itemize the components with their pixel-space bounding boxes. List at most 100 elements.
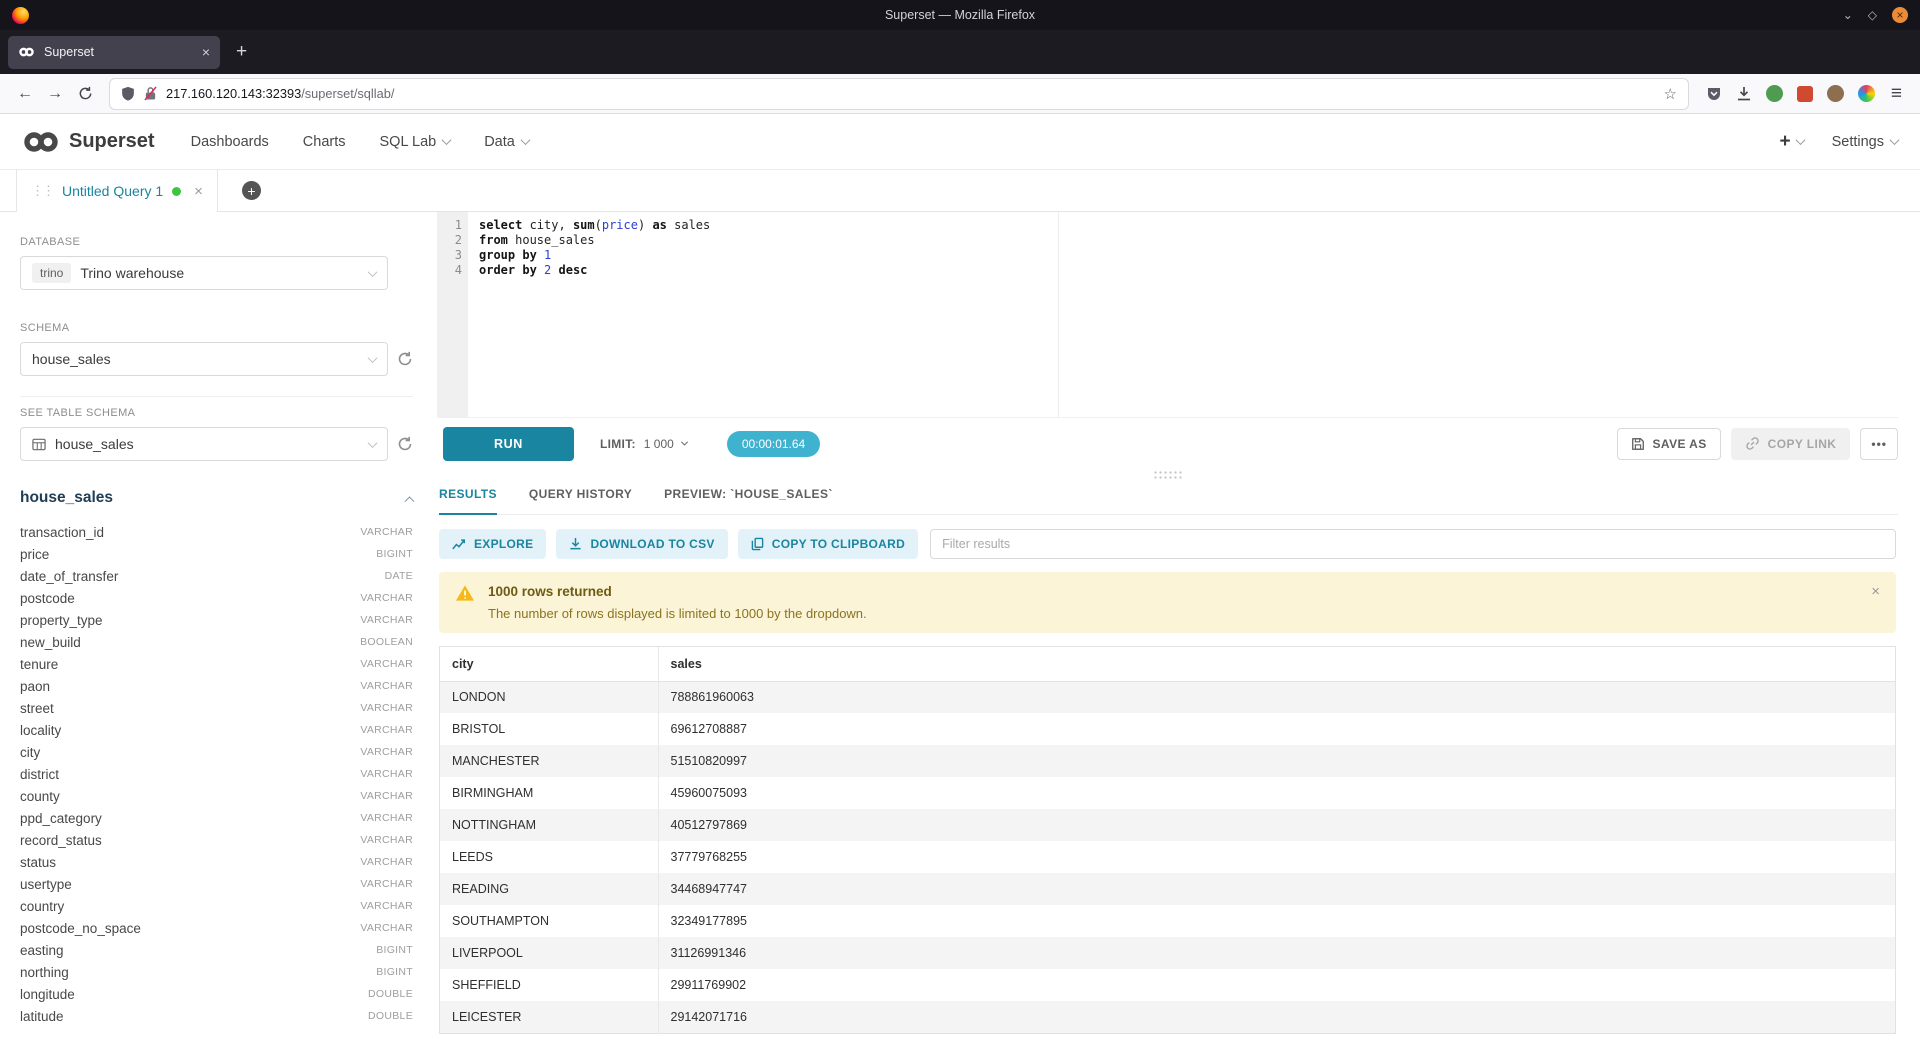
tab-close-icon[interactable]: × — [202, 44, 210, 60]
column-row-easting[interactable]: eastingBIGINT — [20, 939, 413, 961]
copy-icon — [751, 537, 764, 551]
window-close-button[interactable]: × — [1892, 7, 1908, 23]
table-select[interactable]: house_sales — [20, 427, 388, 461]
limit-dropdown[interactable]: LIMIT: 1 000 — [600, 437, 687, 451]
window-minimize-button[interactable]: ⌄ — [1843, 8, 1853, 22]
column-row-county[interactable]: countyVARCHAR — [20, 785, 413, 807]
table-schema-header[interactable]: house_sales — [20, 489, 413, 507]
editor-code[interactable]: select city, sum(price) as salesfrom hou… — [468, 212, 1898, 417]
tracking-shield-icon[interactable] — [121, 86, 135, 101]
print-margin-line — [1058, 212, 1059, 417]
copy-clipboard-label: COPY TO CLIPBOARD — [772, 537, 905, 551]
schema-label: SCHEMA — [20, 322, 413, 334]
table-row: BIRMINGHAM45960075093 — [440, 777, 1895, 809]
sql-editor[interactable]: 1234 select city, sum(price) as salesfro… — [437, 212, 1898, 417]
column-row-status[interactable]: statusVARCHAR — [20, 851, 413, 873]
copy-link-button[interactable]: COPY LINK — [1731, 428, 1851, 460]
result-table-body: LONDON788861960063BRISTOL69612708887MANC… — [440, 681, 1895, 1033]
table-cell: 51510820997 — [658, 745, 1895, 777]
database-select[interactable]: trino Trino warehouse — [20, 256, 388, 290]
column-header-sales[interactable]: sales — [658, 647, 1895, 681]
explore-button[interactable]: EXPLORE — [439, 529, 546, 559]
column-name: county — [20, 789, 60, 804]
settings-menu[interactable]: Settings — [1832, 134, 1898, 150]
table-cell: 31126991346 — [658, 937, 1895, 969]
nav-item-data[interactable]: Data — [484, 134, 529, 150]
menu-icon[interactable]: ≡ — [1889, 83, 1902, 105]
column-row-paon[interactable]: paonVARCHAR — [20, 675, 413, 697]
column-name: tenure — [20, 657, 58, 672]
column-type: BIGINT — [376, 966, 413, 978]
new-item-button[interactable]: + — [1779, 131, 1803, 153]
code-line: group by 1 — [479, 248, 1898, 263]
column-row-locality[interactable]: localityVARCHAR — [20, 719, 413, 741]
extension-icon-green[interactable] — [1766, 85, 1783, 102]
superset-logo[interactable]: Superset — [22, 130, 155, 153]
nav-item-charts[interactable]: Charts — [303, 134, 346, 150]
nav-item-dashboards[interactable]: Dashboards — [191, 134, 269, 150]
add-query-tab-button[interactable]: + — [242, 181, 261, 200]
extension-icon-pinwheel[interactable] — [1858, 85, 1875, 102]
column-row-latitude[interactable]: latitudeDOUBLE — [20, 1005, 413, 1027]
refresh-tables-icon[interactable] — [397, 436, 413, 452]
pocket-icon[interactable] — [1706, 86, 1722, 102]
filter-results-input[interactable] — [930, 529, 1896, 559]
column-row-price[interactable]: priceBIGINT — [20, 543, 413, 565]
column-row-record-status[interactable]: record_statusVARCHAR — [20, 829, 413, 851]
pane-resize-handle[interactable] — [1153, 470, 1183, 479]
query-tab-active[interactable]: ⋮⋮ Untitled Query 1 × — [16, 170, 218, 212]
column-row-street[interactable]: streetVARCHAR — [20, 697, 413, 719]
column-name: postcode_no_space — [20, 921, 141, 936]
back-icon[interactable]: ← — [10, 80, 40, 108]
alert-close-icon[interactable]: × — [1871, 583, 1880, 600]
schema-select[interactable]: house_sales — [20, 342, 388, 376]
table-cell: 788861960063 — [658, 681, 1895, 713]
refresh-schema-icon[interactable] — [397, 351, 413, 367]
nav-item-sql-lab[interactable]: SQL Lab — [380, 134, 451, 150]
column-row-longitude[interactable]: longitudeDOUBLE — [20, 983, 413, 1005]
bookmark-star-icon[interactable]: ☆ — [1663, 85, 1676, 103]
column-row-new-build[interactable]: new_buildBOOLEAN — [20, 631, 413, 653]
column-header-city[interactable]: city — [440, 647, 658, 681]
column-row-ppd-category[interactable]: ppd_categoryVARCHAR — [20, 807, 413, 829]
browser-tab-superset[interactable]: Superset × — [8, 36, 220, 69]
column-row-transaction-id[interactable]: transaction_idVARCHAR — [20, 521, 413, 543]
result-tab-preview-house-sales[interactable]: PREVIEW: `HOUSE_SALES` — [664, 487, 833, 514]
window-maximize-button[interactable]: ◇ — [1868, 8, 1877, 22]
sidebar-divider — [20, 396, 413, 397]
alert-body: The number of rows displayed is limited … — [488, 606, 867, 621]
drag-handle-icon[interactable]: ⋮⋮ — [31, 183, 53, 199]
column-row-city[interactable]: cityVARCHAR — [20, 741, 413, 763]
run-button[interactable]: RUN — [443, 427, 574, 461]
column-row-district[interactable]: districtVARCHAR — [20, 763, 413, 785]
column-row-date-of-transfer[interactable]: date_of_transferDATE — [20, 565, 413, 587]
column-row-postcode-no-space[interactable]: postcode_no_spaceVARCHAR — [20, 917, 413, 939]
column-row-tenure[interactable]: tenureVARCHAR — [20, 653, 413, 675]
copy-clipboard-button[interactable]: COPY TO CLIPBOARD — [738, 529, 918, 559]
column-row-northing[interactable]: northingBIGINT — [20, 961, 413, 983]
forward-icon[interactable]: → — [40, 80, 70, 108]
downloads-icon[interactable] — [1736, 86, 1752, 102]
download-csv-button[interactable]: DOWNLOAD TO CSV — [556, 529, 727, 559]
url-bar[interactable]: 217.160.120.143:32393/superset/sqllab/ ☆ — [110, 79, 1688, 109]
more-actions-button[interactable]: ••• — [1860, 428, 1898, 460]
save-as-button[interactable]: SAVE AS — [1617, 428, 1721, 460]
extension-icon-monkey[interactable] — [1827, 85, 1844, 102]
query-tab-close-icon[interactable]: × — [194, 183, 203, 200]
reload-icon[interactable] — [70, 80, 100, 108]
column-type: VARCHAR — [360, 878, 413, 890]
copy-link-label: COPY LINK — [1768, 437, 1837, 451]
insecure-lock-icon[interactable] — [144, 86, 157, 101]
save-icon — [1631, 437, 1645, 451]
result-tab-results[interactable]: RESULTS — [439, 487, 497, 515]
window-titlebar: Superset — Mozilla Firefox ⌄ ◇ × — [0, 0, 1920, 30]
column-row-property-type[interactable]: property_typeVARCHAR — [20, 609, 413, 631]
column-row-usertype[interactable]: usertypeVARCHAR — [20, 873, 413, 895]
new-tab-button[interactable]: + — [230, 41, 253, 63]
column-row-postcode[interactable]: postcodeVARCHAR — [20, 587, 413, 609]
extension-icon-ublock[interactable] — [1797, 86, 1813, 102]
chevron-up-icon[interactable] — [405, 496, 415, 506]
result-tab-query-history[interactable]: QUERY HISTORY — [529, 487, 632, 514]
column-row-country[interactable]: countryVARCHAR — [20, 895, 413, 917]
table-cell: 32349177895 — [658, 905, 1895, 937]
